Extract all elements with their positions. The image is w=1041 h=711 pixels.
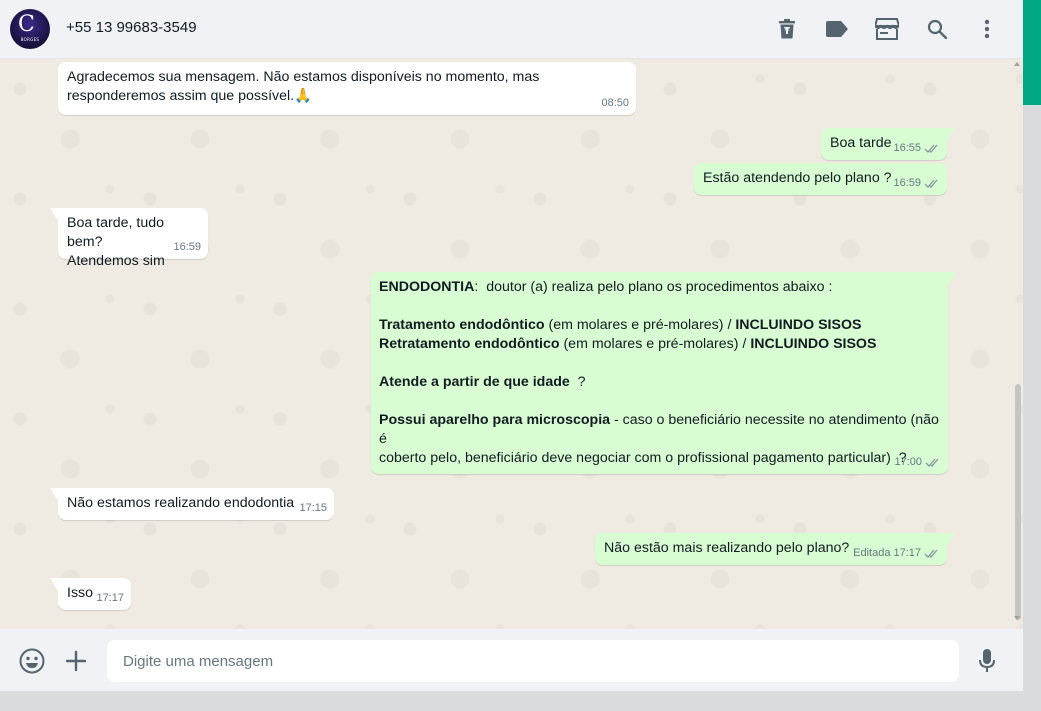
message-time: 17:00 [894, 456, 922, 468]
chat-scrollbar[interactable] [1014, 62, 1021, 622]
search-icon[interactable] [923, 15, 951, 43]
read-ticks-icon [924, 549, 938, 558]
avatar-subtext: BORGES [20, 37, 40, 42]
window-edge [1023, 0, 1041, 711]
accent-strip [1023, 0, 1041, 105]
message-outgoing[interactable]: ENDODONTIA: doutor (a) realiza pelo plan… [371, 272, 956, 474]
message-time: 08:50 [601, 97, 629, 109]
text: ? [569, 374, 586, 390]
message-list[interactable]: Agradecemos sua mensagem. Não estamos di… [0, 59, 1023, 629]
bold-text: Possui aparelho para microscopia [379, 412, 611, 428]
composer [0, 629, 1023, 691]
delete-icon[interactable] [773, 15, 801, 43]
message-time: 16:59 [173, 241, 201, 253]
message-outgoing[interactable]: Estão atendendo pelo plano ? 16:59 [694, 163, 947, 195]
text: : doutor (a) realiza pelo plano os proce… [474, 279, 833, 295]
message-incoming[interactable]: Não estamos realizando endodontia 17:15 [50, 488, 334, 520]
message-input-container[interactable] [107, 640, 959, 682]
message-time: 17:15 [299, 502, 327, 514]
message-time: 16:55 [893, 142, 921, 154]
microphone-icon[interactable] [972, 646, 1002, 676]
edited-label: Editada [853, 547, 891, 559]
message-line: Atende a partir de que idade ? [379, 373, 940, 392]
label-icon[interactable] [823, 15, 851, 43]
message-incoming[interactable]: Isso 17:17 [50, 578, 131, 610]
attach-plus-icon[interactable] [61, 646, 91, 676]
text: (em molares e pré-molares) / [559, 336, 751, 352]
bold-text: Retratamento endodôntico [379, 336, 560, 352]
bold-text: Atende a partir de que idade [379, 374, 570, 390]
message-incoming[interactable]: Agradecemos sua mensagem. Não estamos di… [58, 62, 636, 115]
bold-text: ENDODONTIA [379, 279, 475, 295]
message-line: Possui aparelho para microscopia - caso … [379, 411, 940, 449]
scroll-down-arrow-icon[interactable] [1014, 616, 1020, 620]
avatar-letter: C [18, 12, 35, 37]
window-bottom-edge [0, 691, 1023, 711]
message-line: Retratamento endodôntico (em molares e p… [379, 335, 940, 354]
message-text: Agradecemos sua mensagem. Não estamos di… [67, 69, 540, 104]
message-text: Não estamos realizando endodontia [67, 495, 295, 511]
menu-icon[interactable] [973, 15, 1001, 43]
bold-text: INCLUINDO SISOS [735, 317, 862, 333]
read-ticks-icon [924, 179, 938, 188]
whatsapp-window: C BORGES +55 13 99683-3549 Agradecemos s… [0, 0, 1023, 691]
bold-text: INCLUINDO SISOS [750, 336, 877, 352]
contact-name[interactable]: +55 13 99683-3549 [66, 19, 197, 36]
message-time: 17:17 [893, 547, 921, 559]
read-ticks-icon [925, 458, 939, 467]
text: (em molares e pré-molares) / [544, 317, 736, 333]
avatar[interactable]: C BORGES [10, 9, 50, 49]
bold-text: Tratamento endodôntico [379, 317, 545, 333]
read-ticks-icon [924, 144, 938, 153]
scrollbar-thumb[interactable] [1015, 384, 1021, 620]
store-icon[interactable] [873, 15, 901, 43]
message-time: 16:59 [893, 177, 921, 189]
message-input[interactable] [107, 640, 959, 682]
message-outgoing[interactable]: Boa tarde 16:55 [821, 128, 955, 160]
scroll-up-arrow-icon[interactable] [1014, 62, 1020, 66]
message-line: Tratamento endodôntico (em molares e pré… [379, 316, 940, 335]
message-line: ENDODONTIA: doutor (a) realiza pelo plan… [379, 278, 940, 297]
message-line: coberto pelo, beneficiário deve negociar… [379, 450, 907, 466]
message-outgoing[interactable]: Não estão mais realizando pelo plano? Ed… [595, 533, 955, 565]
emoji-icon[interactable] [17, 646, 47, 676]
message-incoming[interactable]: Boa tarde, tudo bem? Atendemos sim 16:59 [50, 208, 208, 269]
chat-header: C BORGES +55 13 99683-3549 [0, 0, 1023, 59]
message-time: 17:17 [96, 592, 124, 604]
